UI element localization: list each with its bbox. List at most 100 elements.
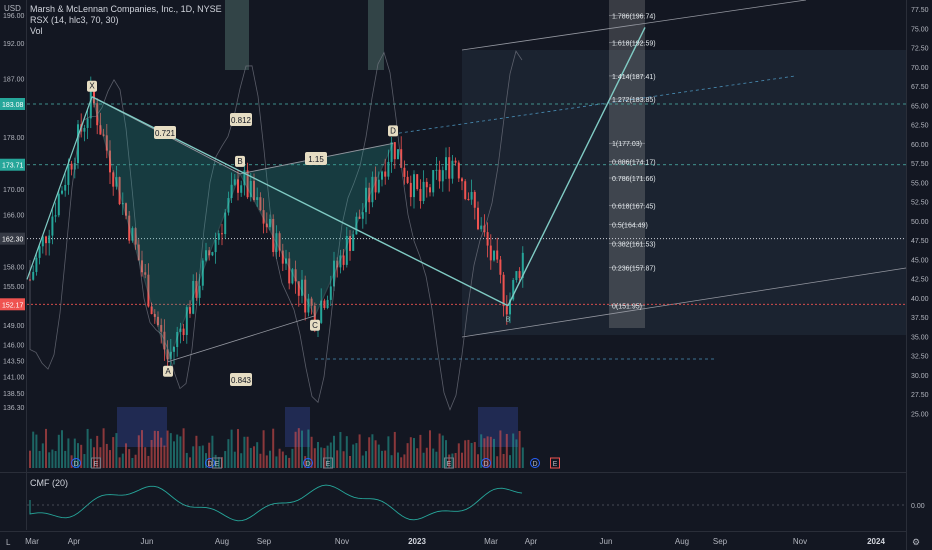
- volume-bar: [345, 436, 348, 468]
- right-axis-tick: 37.50: [911, 315, 929, 322]
- symbol-title[interactable]: Marsh & McLennan Companies, Inc., 1D, NY…: [30, 4, 222, 15]
- volume-bar: [67, 438, 70, 468]
- candle-body: [435, 169, 438, 171]
- candle-body: [45, 236, 47, 244]
- volume-bar: [83, 454, 86, 468]
- event-marker-label: D: [483, 461, 488, 468]
- ratio-label-text: 0.843: [231, 376, 252, 385]
- volume-bar: [416, 448, 419, 468]
- pattern-point-label: A: [165, 367, 171, 376]
- volume-bar: [294, 431, 297, 468]
- right-axis-tick: 62.50: [911, 123, 929, 130]
- right-axis-tick: 32.50: [911, 354, 929, 361]
- right-axis-tick: 75.00: [911, 26, 929, 33]
- volume-bar: [499, 430, 502, 468]
- volume-bar: [121, 453, 124, 468]
- candle-body: [406, 176, 409, 183]
- candle-body: [422, 181, 425, 202]
- right-axis-tick: 40.00: [911, 296, 929, 303]
- time-axis-divider: [0, 531, 906, 532]
- left-axis-tick: 141.00: [3, 375, 25, 382]
- volume-bar: [473, 442, 476, 468]
- volume-bar: [227, 439, 230, 468]
- fib-level-label: 1(177.03): [612, 141, 642, 148]
- volume-bar: [400, 457, 403, 468]
- volume-bar: [137, 435, 140, 468]
- fib-level-label: 0(151.95): [612, 304, 642, 311]
- volume-bar: [339, 432, 342, 468]
- right-axis-tick: 77.50: [911, 7, 929, 14]
- candle-body: [429, 187, 431, 193]
- volume-bar: [435, 451, 438, 468]
- volume-bar: [192, 446, 195, 468]
- volume-bar: [317, 442, 319, 468]
- volume-bar: [467, 439, 470, 468]
- candle-body: [57, 193, 60, 216]
- fib-level-label: 0.886(174.17): [612, 160, 656, 167]
- volume-bar: [413, 438, 415, 468]
- volume-bar: [64, 450, 67, 468]
- volume-bar: [38, 450, 41, 468]
- volume-bar: [429, 430, 431, 468]
- volume-bar: [425, 447, 428, 468]
- fib-level-label: 1.618(192.59): [612, 40, 656, 47]
- volume-bar: [422, 452, 425, 468]
- candle-body: [377, 179, 380, 193]
- ratio-label: 1.15: [305, 152, 327, 165]
- volume-bar: [262, 430, 265, 468]
- time-axis-tick: 2024: [867, 537, 885, 546]
- volume-bar: [230, 429, 233, 468]
- chart-canvas[interactable]: X A B C D B 0.721 0.812 1.15 0.843 1.786(196.74) 1.…: [0, 0, 932, 550]
- right-axis-tick: 35.00: [911, 334, 929, 341]
- volume-bar: [272, 428, 275, 468]
- right-axis-tick: 27.50: [911, 392, 929, 399]
- volume-bar: [496, 456, 499, 468]
- fib-level-label: 0.5(164.49): [612, 222, 648, 229]
- event-marker-label: D: [207, 461, 212, 468]
- candle-body: [441, 170, 444, 182]
- volume-bar: [45, 428, 47, 468]
- volume-bar: [390, 455, 393, 468]
- volume-bar: [256, 442, 259, 468]
- volume-bar: [281, 451, 284, 468]
- volume-bar: [470, 442, 473, 468]
- volume-label[interactable]: Vol: [30, 26, 222, 37]
- volume-bar: [477, 454, 479, 468]
- volume-bar: [144, 447, 147, 468]
- candle-body: [457, 162, 460, 179]
- volume-bar: [365, 451, 367, 468]
- volume-bar: [454, 453, 457, 468]
- volume-bar: [195, 435, 198, 468]
- volume-bar: [342, 451, 345, 468]
- left-axis-tick: 196.00: [3, 13, 25, 20]
- candle-body: [189, 307, 191, 314]
- candle-body: [211, 252, 214, 256]
- left-axis-tick: 178.00: [3, 135, 25, 142]
- time-axis-tick: Aug: [215, 537, 229, 546]
- volume-bar: [285, 455, 287, 468]
- left-axis-tick: 187.00: [3, 77, 25, 84]
- left-axis-tick: 143.50: [3, 358, 25, 365]
- volume-bar: [131, 457, 134, 468]
- volume-bar: [176, 434, 179, 468]
- right-axis-tick: 30.00: [911, 373, 929, 380]
- candle-body: [54, 215, 57, 217]
- price-tag: 162.30: [0, 232, 25, 245]
- left-axis-tick: 136.30: [3, 405, 25, 412]
- pattern-point-x: X: [87, 80, 97, 92]
- volume-bar: [515, 439, 518, 468]
- pattern-point-label: D: [390, 126, 396, 135]
- volume-bar: [147, 455, 150, 468]
- left-axis-tick: 170.00: [3, 187, 25, 194]
- event-marker-label: E: [326, 461, 331, 468]
- volume-bar: [509, 455, 511, 468]
- candle-body: [384, 171, 387, 177]
- volume-bar: [29, 450, 31, 468]
- candle-body: [38, 246, 41, 258]
- volume-bar: [368, 437, 371, 468]
- rsx-indicator-label[interactable]: RSX (14, hlc3, 70, 30): [30, 15, 222, 26]
- candle-body: [393, 142, 396, 160]
- candle-body: [486, 232, 489, 246]
- right-axis-tick: 50.00: [911, 219, 929, 226]
- cmf-indicator-label[interactable]: CMF (20): [30, 478, 68, 488]
